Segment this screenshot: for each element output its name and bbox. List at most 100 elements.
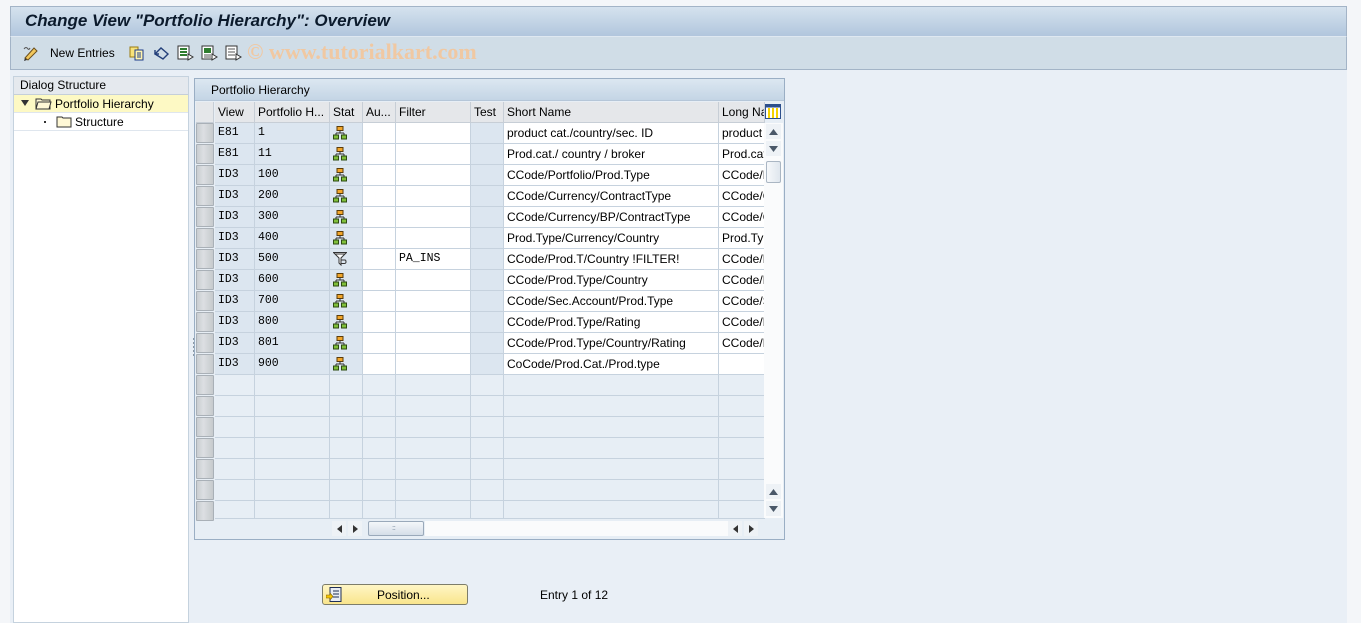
- expand-triangle-icon[interactable]: [21, 100, 29, 107]
- empty-cell[interactable]: [504, 417, 719, 438]
- empty-cell[interactable]: [504, 396, 719, 417]
- empty-cell[interactable]: [504, 375, 719, 396]
- empty-cell[interactable]: [255, 438, 330, 459]
- empty-cell[interactable]: [255, 480, 330, 501]
- row-selector[interactable]: [196, 186, 214, 206]
- row-selector[interactable]: [196, 228, 214, 248]
- stat-cell[interactable]: [330, 354, 363, 375]
- cell-short-name[interactable]: CCode/Prod.Type/Country: [504, 270, 719, 291]
- scroll-down-button[interactable]: [766, 141, 781, 156]
- empty-cell[interactable]: [504, 501, 719, 519]
- scroll-left-end-button[interactable]: [728, 521, 742, 536]
- scroll-right-end-button[interactable]: [744, 521, 758, 536]
- empty-cell[interactable]: [396, 480, 471, 501]
- row-selector[interactable]: [196, 375, 214, 395]
- column-header[interactable]: Portfolio H...: [255, 102, 330, 123]
- tree-node-structure[interactable]: Structure: [14, 113, 188, 131]
- row-selector[interactable]: [196, 165, 214, 185]
- select-all-rows-button[interactable]: [196, 102, 214, 123]
- empty-cell[interactable]: [396, 501, 471, 519]
- cell-au[interactable]: [363, 207, 396, 228]
- row-selector[interactable]: [196, 207, 214, 227]
- cell-long-name[interactable]: CCode/P: [719, 312, 765, 333]
- column-header[interactable]: View: [215, 102, 255, 123]
- stat-cell[interactable]: [330, 165, 363, 186]
- column-header[interactable]: Short Name: [504, 102, 719, 123]
- empty-cell[interactable]: [215, 375, 255, 396]
- cell-au[interactable]: [363, 249, 396, 270]
- cell-short-name[interactable]: CCode/Sec.Account/Prod.Type: [504, 291, 719, 312]
- row-selector[interactable]: [196, 123, 214, 143]
- cell-filter[interactable]: [396, 186, 471, 207]
- empty-cell[interactable]: [330, 480, 363, 501]
- row-selector[interactable]: [196, 249, 214, 269]
- cell-long-name[interactable]: CCode/P: [719, 165, 765, 186]
- empty-cell[interactable]: [719, 459, 765, 480]
- empty-cell[interactable]: [255, 375, 330, 396]
- row-selector[interactable]: [196, 270, 214, 290]
- cell-short-name[interactable]: product cat./country/sec. ID: [504, 123, 719, 144]
- scroll-page-up-button[interactable]: [766, 484, 781, 499]
- cell-filter[interactable]: [396, 207, 471, 228]
- row-selector[interactable]: [196, 312, 214, 332]
- cell-filter[interactable]: [396, 333, 471, 354]
- empty-cell[interactable]: [255, 396, 330, 417]
- cell-long-name[interactable]: CCode/C: [719, 207, 765, 228]
- cell-short-name[interactable]: Prod.cat./ country / broker: [504, 144, 719, 165]
- cell-au[interactable]: [363, 354, 396, 375]
- cell-filter[interactable]: [396, 165, 471, 186]
- row-selector[interactable]: [196, 354, 214, 374]
- column-header[interactable]: Au...: [363, 102, 396, 123]
- cell-filter[interactable]: PA_INS: [396, 249, 471, 270]
- empty-cell[interactable]: [215, 459, 255, 480]
- cell-short-name[interactable]: CCode/Currency/ContractType: [504, 186, 719, 207]
- stat-cell[interactable]: [330, 270, 363, 291]
- empty-cell[interactable]: [215, 417, 255, 438]
- stat-cell[interactable]: [330, 249, 363, 270]
- row-selector[interactable]: [196, 459, 214, 479]
- cell-filter[interactable]: [396, 291, 471, 312]
- row-selector[interactable]: [196, 144, 214, 164]
- stat-cell[interactable]: [330, 291, 363, 312]
- cell-short-name[interactable]: CCode/Portfolio/Prod.Type: [504, 165, 719, 186]
- row-selector[interactable]: [196, 438, 214, 458]
- row-selector[interactable]: [196, 417, 214, 437]
- stat-cell[interactable]: [330, 144, 363, 165]
- cell-long-name[interactable]: [719, 354, 765, 375]
- cell-long-name[interactable]: CCode/S: [719, 291, 765, 312]
- column-header[interactable]: Long Na: [719, 102, 765, 123]
- cell-short-name[interactable]: CoCode/Prod.Cat./Prod.type: [504, 354, 719, 375]
- empty-cell[interactable]: [363, 480, 396, 501]
- new-entries-button[interactable]: New Entries: [50, 44, 115, 62]
- cell-long-name[interactable]: CCode/P: [719, 270, 765, 291]
- empty-cell[interactable]: [471, 417, 504, 438]
- cell-short-name[interactable]: CCode/Currency/BP/ContractType: [504, 207, 719, 228]
- empty-cell[interactable]: [215, 480, 255, 501]
- cell-filter[interactable]: [396, 123, 471, 144]
- empty-cell[interactable]: [215, 396, 255, 417]
- copy-as-button[interactable]: [129, 44, 145, 62]
- stat-cell[interactable]: [330, 228, 363, 249]
- empty-cell[interactable]: [396, 396, 471, 417]
- empty-cell[interactable]: [719, 480, 765, 501]
- cell-long-name[interactable]: Prod.cat: [719, 144, 765, 165]
- scroll-up-button[interactable]: [766, 124, 781, 139]
- deselect-all-button[interactable]: [225, 44, 242, 62]
- vertical-scroll-thumb[interactable]: [766, 161, 781, 183]
- empty-cell[interactable]: [330, 438, 363, 459]
- empty-cell[interactable]: [330, 459, 363, 480]
- select-all-button[interactable]: [177, 44, 194, 62]
- empty-cell[interactable]: [363, 501, 396, 519]
- empty-cell[interactable]: [255, 417, 330, 438]
- cell-long-name[interactable]: Prod.Ty: [719, 228, 765, 249]
- empty-cell[interactable]: [396, 417, 471, 438]
- empty-cell[interactable]: [215, 438, 255, 459]
- cell-au[interactable]: [363, 312, 396, 333]
- column-header[interactable]: Test: [471, 102, 504, 123]
- empty-cell[interactable]: [719, 438, 765, 459]
- tree-node-portfolio-hierarchy[interactable]: Portfolio Hierarchy: [14, 95, 188, 113]
- stat-cell[interactable]: [330, 123, 363, 144]
- empty-cell[interactable]: [363, 417, 396, 438]
- column-settings-button[interactable]: [765, 104, 781, 119]
- empty-cell[interactable]: [471, 375, 504, 396]
